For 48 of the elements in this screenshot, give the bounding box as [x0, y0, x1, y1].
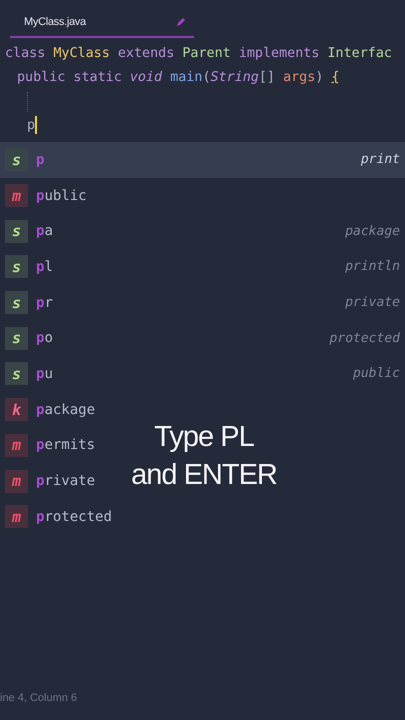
caption-text: and ENTER: [131, 458, 277, 493]
suggestion-item[interactable]: m p rotected: [0, 498, 117, 535]
suggestion-detail: println: [345, 259, 400, 274]
suggestion-label: permits: [36, 437, 96, 454]
kind-badge: s: [5, 326, 28, 350]
cursor-position: ine 4, Column 6: [0, 692, 78, 704]
suggestion-label: p r: [36, 294, 53, 311]
suggestion-detail: private: [345, 295, 400, 310]
suggestion-label: package: [36, 402, 96, 418]
suggestion-label: pl: [36, 258, 53, 275]
suggestion-item[interactable]: k package: [0, 392, 100, 428]
suggestion-detail: package: [345, 224, 400, 239]
suggestion-label: pa: [36, 223, 53, 240]
suggestion-label: public: [36, 188, 87, 204]
kind-badge: s: [5, 362, 28, 386]
suggestion-item[interactable]: m public: [0, 178, 92, 214]
suggestion-item[interactable]: s pu public: [0, 356, 405, 392]
suggestion-detail: protected: [330, 330, 400, 346]
suggestion-label: po: [36, 330, 53, 346]
suggestion-detail: public: [353, 366, 400, 382]
suggestion-item[interactable]: s p print: [0, 142, 405, 178]
tab-title: MyClass.java: [24, 16, 86, 28]
kind-badge: k: [5, 398, 28, 422]
suggestion-item[interactable]: s pa package: [0, 213, 405, 250]
suggestion-item[interactable]: s po protected: [0, 320, 405, 356]
kind-badge: s: [5, 255, 28, 278]
kind-badge: s: [5, 291, 28, 314]
kind-badge: s: [5, 148, 28, 172]
kind-badge: m: [5, 434, 28, 457]
code-line: class MyClass extends Parent implements Interfac: [5, 46, 392, 61]
kind-badge: m: [5, 505, 28, 528]
suggestion-label: p rotected: [36, 508, 112, 525]
suggestion-detail: print: [360, 152, 400, 168]
kind-badge: s: [5, 220, 28, 243]
suggestion-item[interactable]: m p rivate: [0, 463, 100, 499]
caption-text: Type PL: [154, 420, 254, 455]
kind-badge: m: [5, 184, 28, 208]
suggestion-label: p rivate: [36, 473, 96, 490]
code-line: public static void main(String[] args) {: [17, 70, 340, 85]
suggestion-item[interactable]: s pl println: [0, 249, 405, 285]
kind-badge: m: [5, 470, 28, 493]
suggestion-item[interactable]: s p r private: [0, 284, 405, 320]
suggestion-label: p: [36, 152, 44, 168]
suggestion-label: pu: [36, 366, 53, 382]
suggestion-item[interactable]: m permits: [0, 428, 100, 464]
editor-tab[interactable]: MyClass.java: [10, 0, 194, 38]
pencil-icon: [176, 17, 186, 27]
code-line: p: [27, 118, 36, 133]
